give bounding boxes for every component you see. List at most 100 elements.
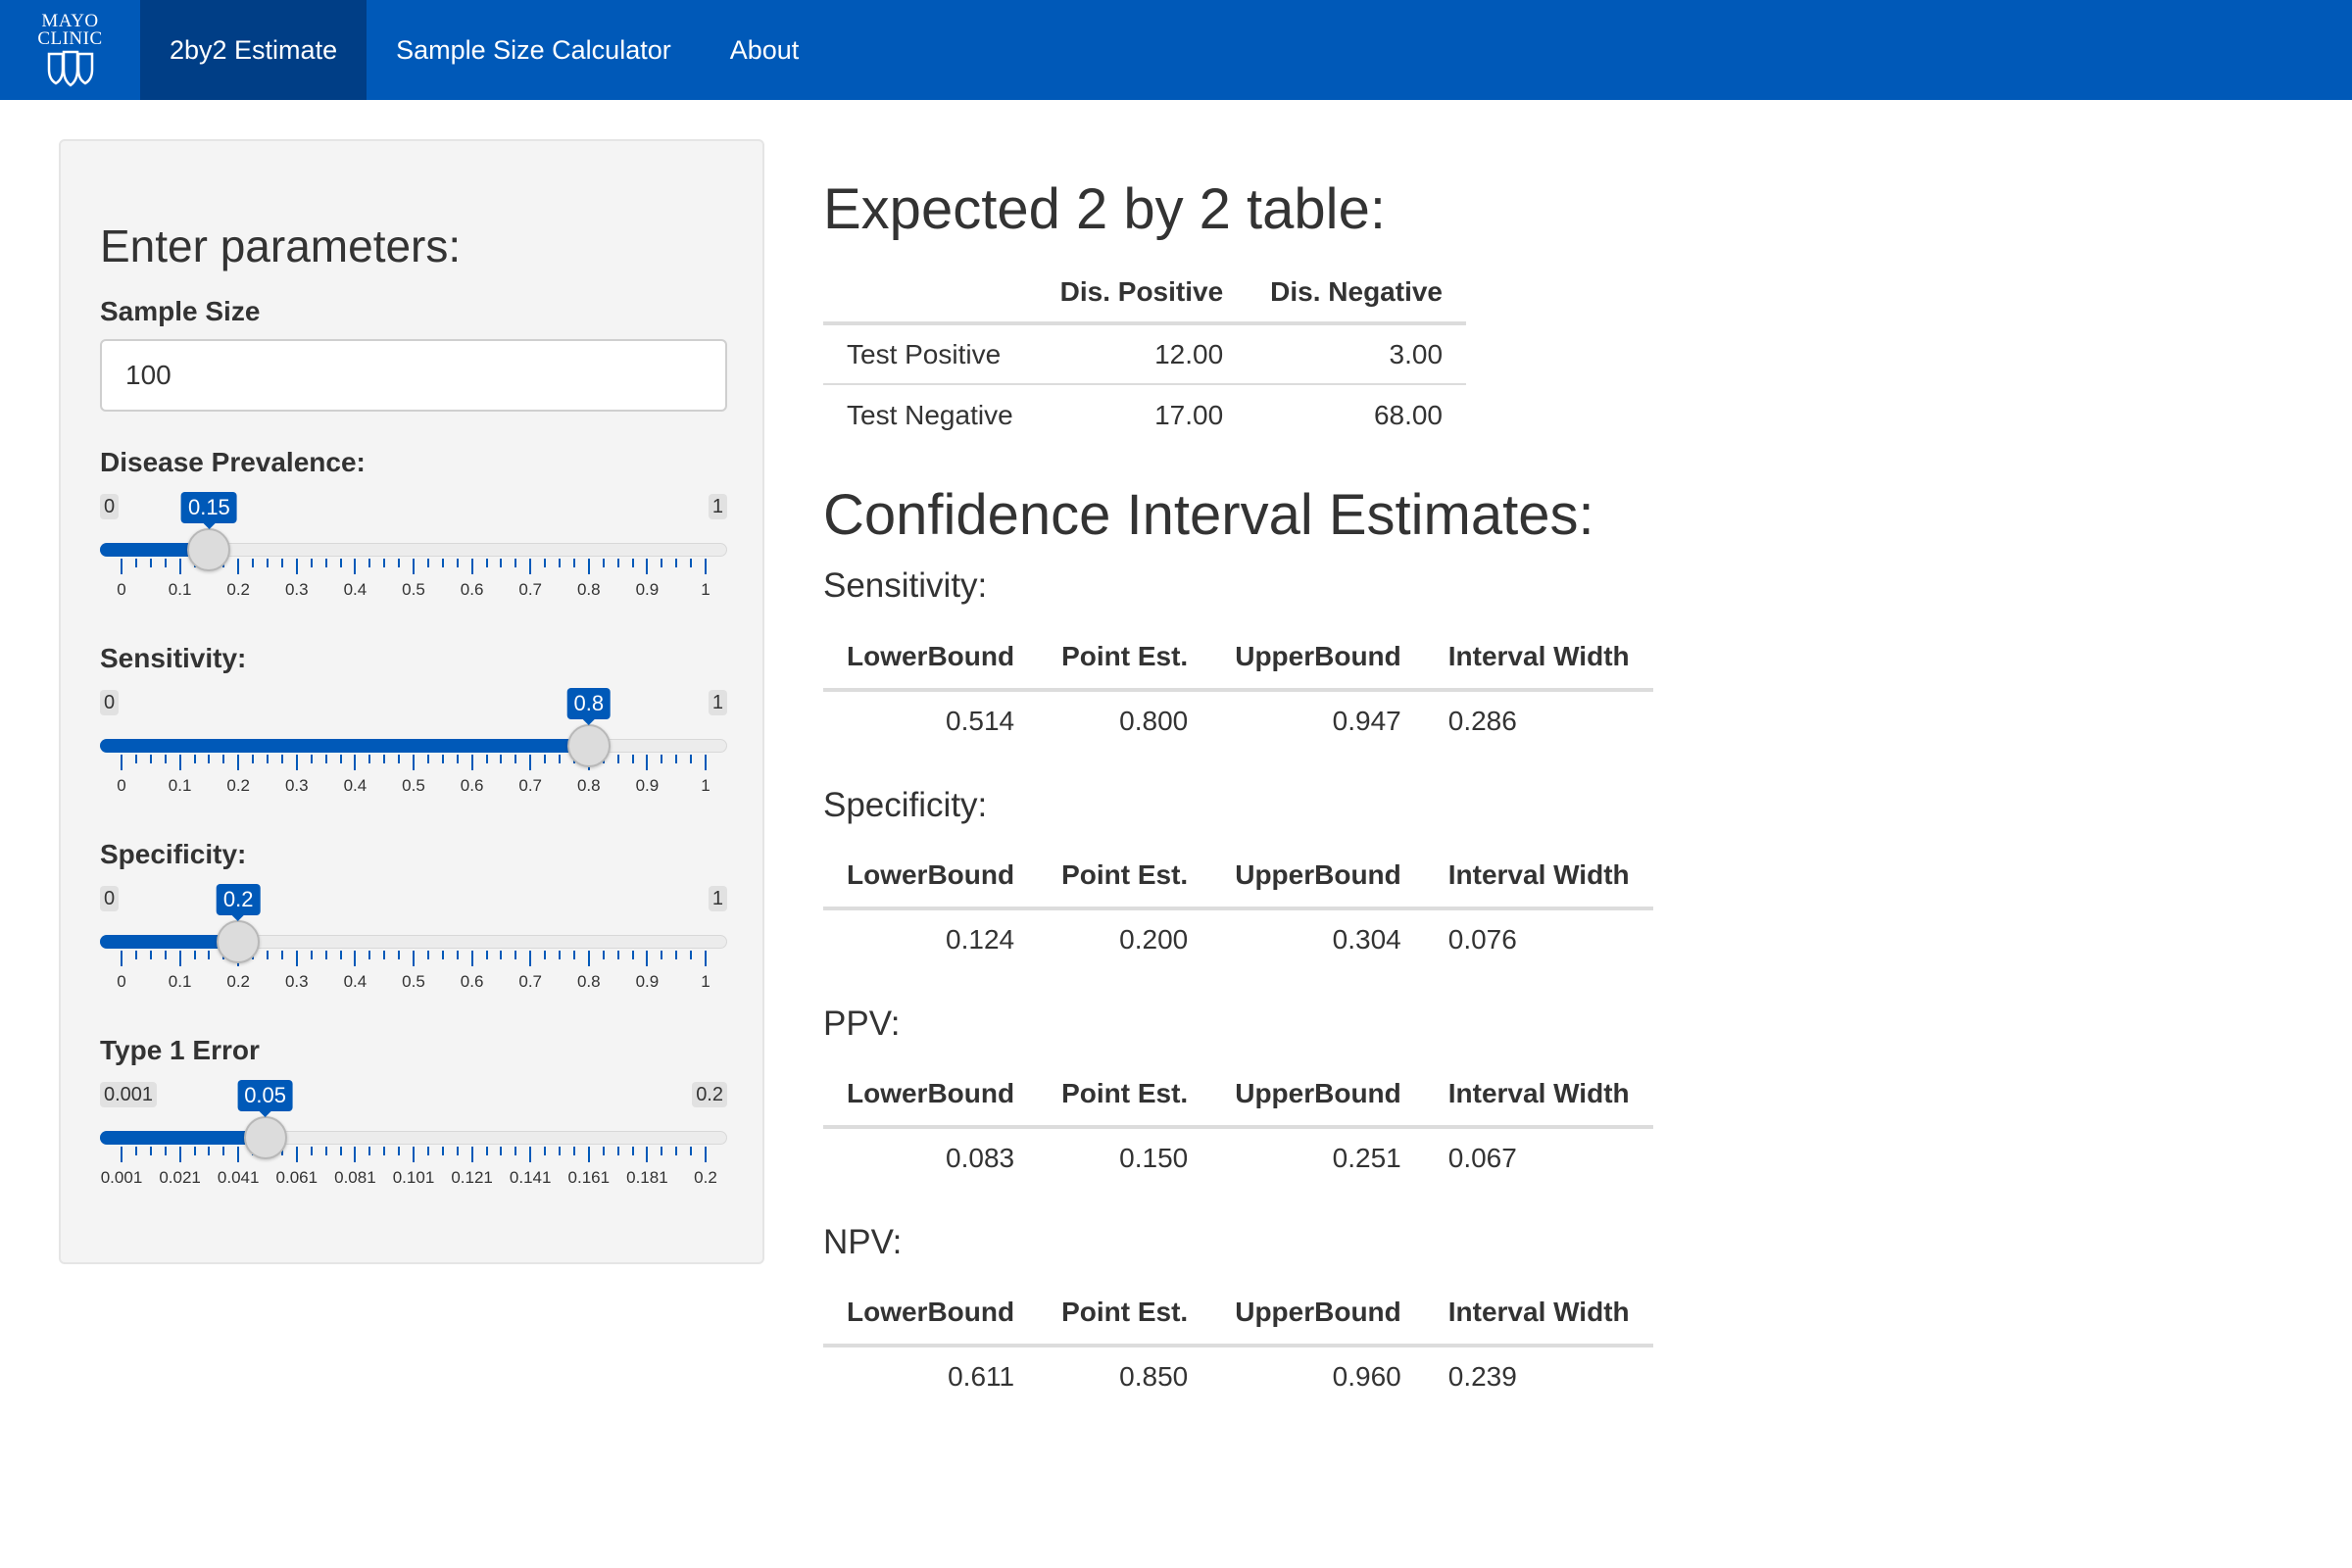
table-header-cell: Interval Width (1424, 625, 1653, 692)
slider-tick-label: 0.9 (635, 776, 660, 795)
table-header-cell: LowerBound (823, 844, 1039, 910)
tab-sample-size-calculator[interactable]: Sample Size Calculator (367, 0, 701, 100)
slider-tick (413, 559, 415, 574)
slider-tick (280, 559, 283, 567)
table-cell: 68.00 (1247, 383, 1467, 445)
slider-tick-label: 0.161 (567, 1168, 611, 1187)
slider-handle[interactable] (243, 1116, 287, 1159)
slider-tick (149, 559, 152, 567)
table-header-cell: LowerBound (823, 625, 1039, 692)
slider-tick-label: 0.021 (159, 1168, 201, 1187)
slider-tick (631, 755, 634, 763)
table-header-cell: LowerBound (823, 1062, 1039, 1129)
slider-tick (544, 951, 547, 959)
slider-tick-label: 0.041 (217, 1168, 260, 1187)
slider-tick (178, 951, 181, 966)
ci-table-ppv: LowerBound Point Est. UpperBound Interva… (823, 1062, 1653, 1188)
slider-tick (222, 755, 225, 763)
slider-tick (485, 755, 488, 763)
slider-tick-label: 0.5 (402, 776, 425, 795)
slider-tick (559, 1147, 561, 1155)
slider-handle[interactable] (566, 724, 611, 767)
slider-tick (602, 559, 605, 567)
slider-tick-label: 0.2 (694, 1168, 717, 1187)
slider-tick (134, 559, 137, 567)
slider-tick (237, 559, 240, 574)
slider-tick (690, 755, 693, 763)
slider-tick (441, 1147, 444, 1155)
table-cell: 17.00 (1036, 383, 1248, 445)
slider-min-label: 0 (100, 886, 120, 911)
slider-tick (616, 559, 619, 567)
row-label: Test Positive (823, 322, 1037, 384)
table-cell: 3.00 (1247, 322, 1467, 384)
table-cell: 0.251 (1332, 1143, 1401, 1173)
slider-tick (470, 951, 473, 966)
slider-tick (529, 1147, 532, 1162)
slider-tick (164, 951, 167, 959)
slider-tick (616, 755, 619, 763)
slider-tick (368, 1147, 371, 1155)
slider-tick-label: 1 (701, 776, 710, 795)
slider-tick (587, 951, 590, 966)
slider-tick (339, 755, 342, 763)
slider-tick (193, 755, 196, 763)
slider-tick (456, 559, 459, 567)
slider-handle[interactable] (217, 920, 261, 963)
slider-tick-label: 0.141 (509, 1168, 552, 1187)
slider-tick (529, 559, 532, 574)
slider-tick-label: 0.8 (576, 580, 601, 599)
slider-tick-label: 0.6 (460, 776, 484, 795)
slider-tick-label: 0.101 (392, 1168, 435, 1187)
slider-fill (100, 739, 589, 753)
slider-tick (237, 755, 240, 770)
slider-ticks (100, 1147, 727, 1164)
slider-label-type1-error: Type 1 Error (100, 1035, 260, 1065)
slider-tick (690, 559, 693, 567)
tab-about[interactable]: About (701, 0, 829, 100)
mayo-clinic-logo[interactable]: MAYO CLINIC (0, 0, 140, 100)
slider-tick (310, 1147, 313, 1155)
slider-tick-label: 0.2 (226, 580, 251, 599)
table-cell: 0.200 (1119, 924, 1189, 955)
table-header-cell: Point Est. (1038, 1062, 1212, 1129)
specificity-slider[interactable]: 0 1 0 0.1 0.2 0.3 0.4 0.5 0.6 0.7 0.8 0.9 1 0.2 (100, 884, 727, 1004)
sample-size-label: Sample Size (100, 296, 261, 326)
slider-tick (398, 951, 401, 959)
slider-tick (267, 951, 269, 959)
slider-tick (208, 755, 211, 763)
table-cell: 0.239 (1447, 1361, 1517, 1392)
tab-2by2-estimate[interactable]: 2by2 Estimate (140, 0, 368, 100)
table-header-cell: UpperBound (1211, 1062, 1425, 1129)
type1-error-slider[interactable]: 0.001 0.2 0.001 0.021 0.041 0.061 0.081 0.101 0.… (100, 1080, 727, 1200)
slider-tick (631, 1147, 634, 1155)
slider-label-specificity: Specificity: (100, 839, 247, 869)
sensitivity-slider[interactable]: 0 1 0 0.1 0.2 0.3 0.4 0.5 0.6 0.7 0.8 0.9 1 0.8 (100, 688, 727, 808)
slider-tick (295, 559, 298, 574)
slider-max-label: 1 (708, 886, 727, 911)
table-header-row: LowerBound Point Est. UpperBound Interva… (823, 844, 1653, 910)
slider-tick (500, 1147, 503, 1155)
slider-tick (559, 559, 561, 567)
slider-min-label: 0 (100, 690, 120, 715)
slider-tick (690, 951, 693, 959)
slider-tick (544, 1147, 547, 1155)
ci-table-specificity: LowerBound Point Est. UpperBound Interva… (823, 844, 1653, 969)
sample-size-input[interactable] (100, 339, 727, 412)
slider-tick (398, 755, 401, 763)
slider-min-label: 0 (100, 494, 120, 519)
table-header-cell: Interval Width (1424, 1062, 1653, 1129)
table-header-cell: UpperBound (1211, 844, 1425, 910)
slider-tick (354, 951, 357, 966)
slider-tick (267, 559, 269, 567)
prevalence-slider[interactable]: 0 1 0 0.1 0.2 0.3 0.4 0.5 0.6 0.7 0.8 0.9 1 0.15 (100, 492, 727, 612)
slider-tick (339, 1147, 342, 1155)
slider-tick (646, 951, 649, 966)
table-cell: 0.514 (946, 706, 1015, 736)
slider-tick (661, 1147, 663, 1155)
slider-tick (646, 1147, 649, 1162)
slider-tick (280, 755, 283, 763)
slider-tick (675, 1147, 678, 1155)
slider-tick (426, 951, 429, 959)
table-row: Test Negative 17.00 68.00 (823, 383, 1467, 445)
